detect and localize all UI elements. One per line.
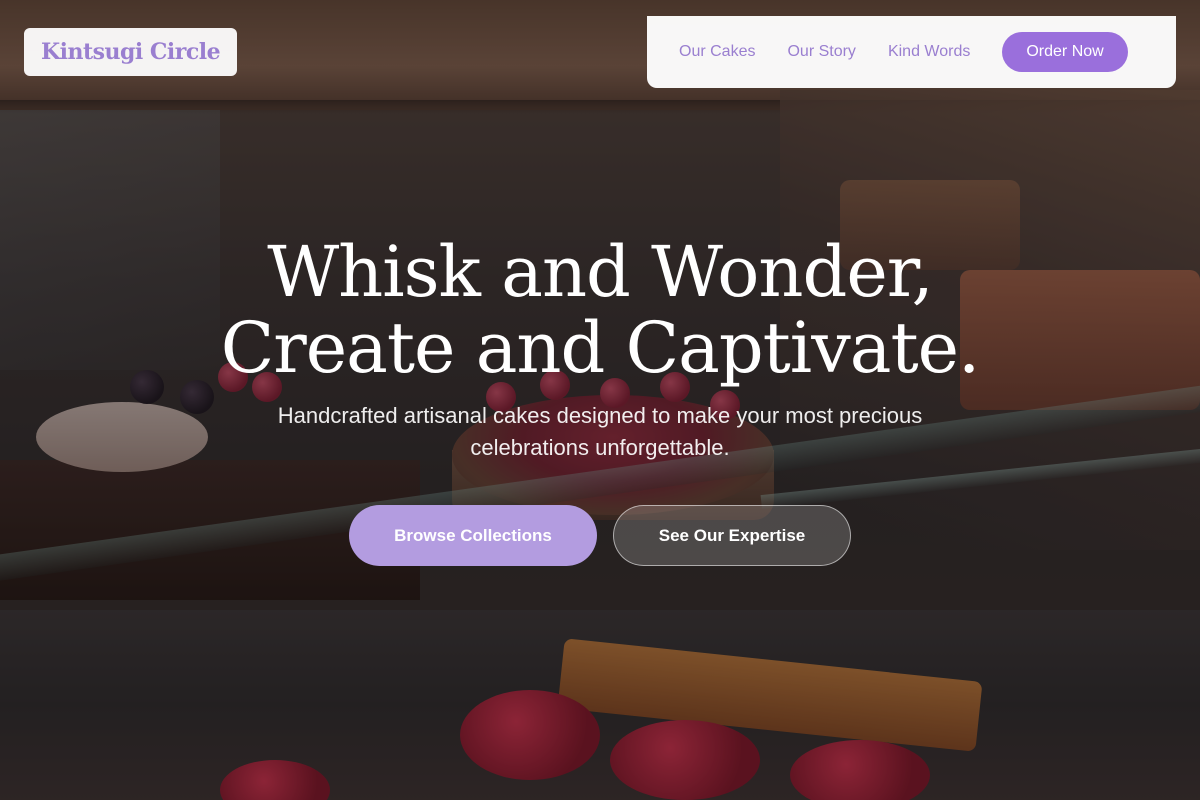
browse-collections-button[interactable]: Browse Collections <box>349 505 597 566</box>
main-nav: Our Cakes Our Story Kind Words Order Now <box>647 16 1176 88</box>
hero-title-line-1: Whisk and Wonder, <box>267 231 934 313</box>
hero-subtitle-line-1: Handcrafted artisanal cakes designed to … <box>277 403 923 428</box>
hero-subtitle-line-2: celebrations unforgettable. <box>470 435 730 460</box>
hero-subtitle: Handcrafted artisanal cakes designed to … <box>220 400 980 464</box>
see-our-expertise-button[interactable]: See Our Expertise <box>613 505 851 566</box>
order-now-button[interactable]: Order Now <box>1002 32 1128 72</box>
brand-logo[interactable]: Kintsugi Circle <box>24 28 238 76</box>
nav-link-kind-words[interactable]: Kind Words <box>888 43 970 61</box>
nav-link-our-cakes[interactable]: Our Cakes <box>679 43 755 61</box>
nav-link-our-story[interactable]: Our Story <box>787 43 855 61</box>
hero-title-line-2: Create and Captivate. <box>220 307 981 389</box>
brand-name: Kintsugi Circle <box>41 39 221 65</box>
hero-title: Whisk and Wonder, Create and Captivate. <box>150 234 1050 386</box>
